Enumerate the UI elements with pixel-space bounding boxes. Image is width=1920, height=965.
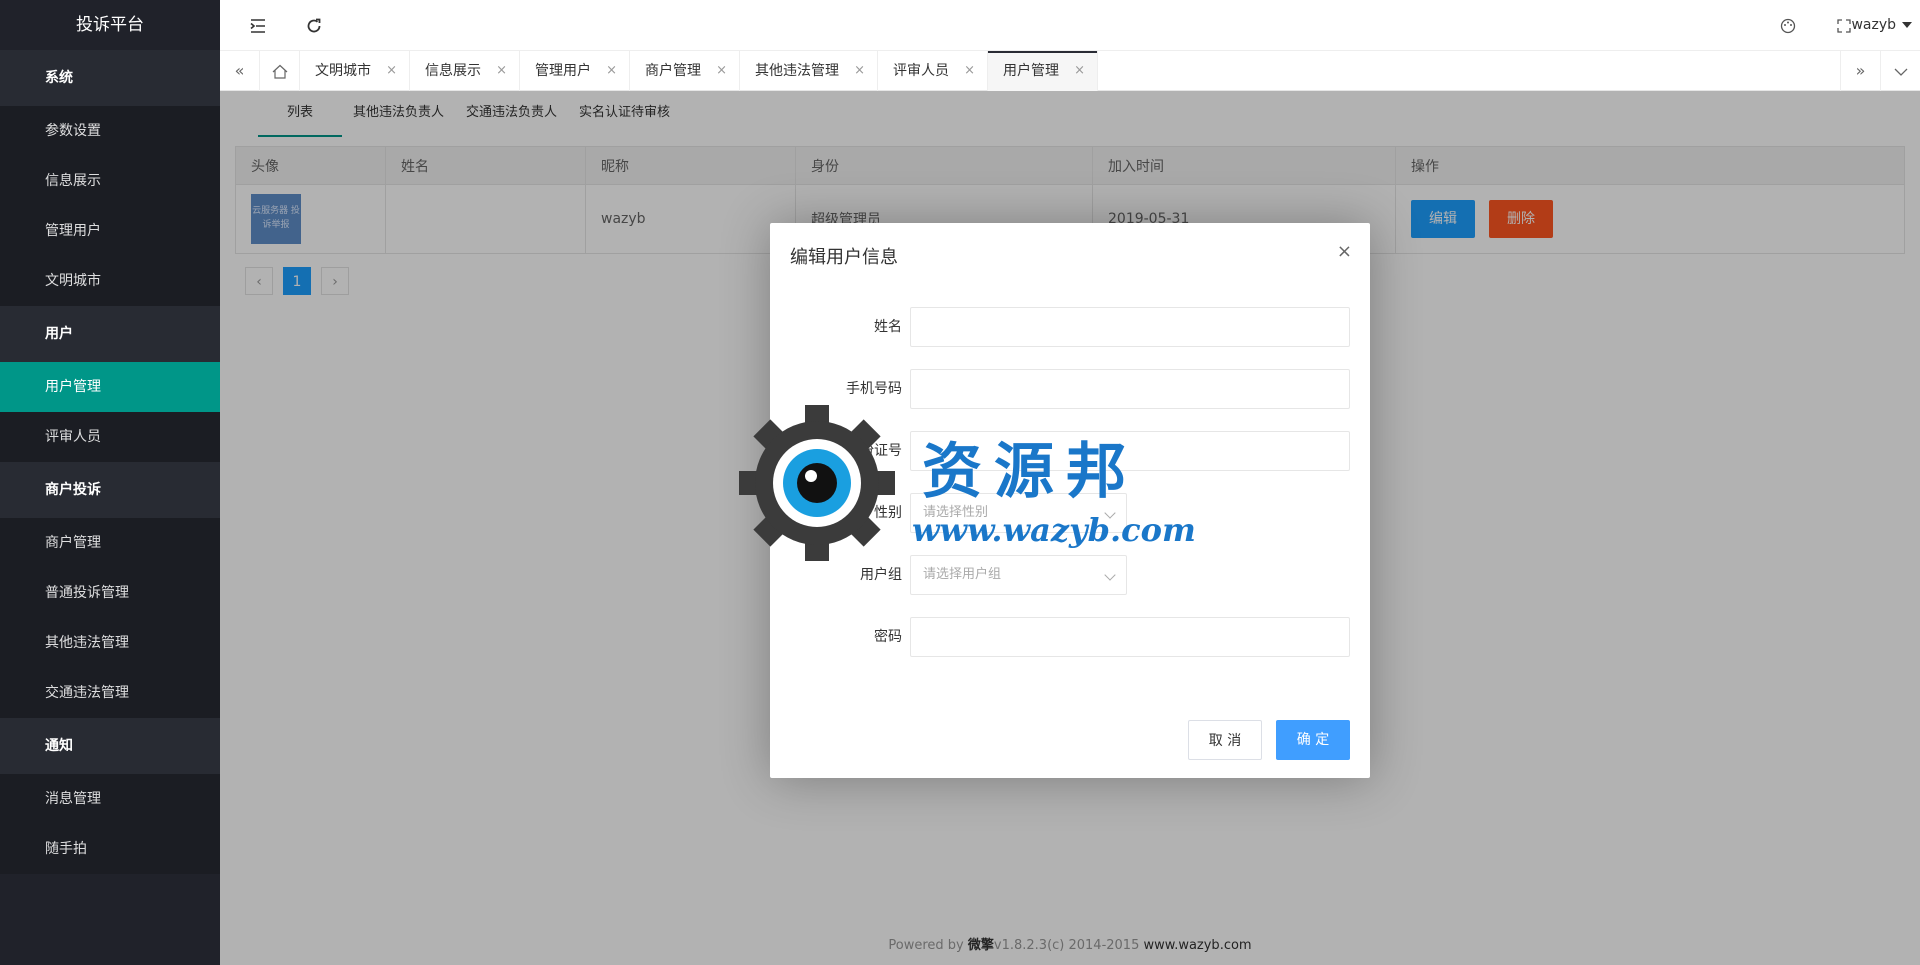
sidebar-item-traffic-violation[interactable]: 交通违法管理 [0, 668, 220, 718]
home-icon[interactable] [260, 51, 300, 91]
sidebar-item-messages[interactable]: 消息管理 [0, 774, 220, 824]
sidebar-item-other-violation[interactable]: 其他违法管理 [0, 618, 220, 668]
double-chevron-right-icon[interactable]: » [1840, 51, 1880, 91]
modal-title: 编辑用户信息 [790, 247, 898, 268]
refresh-icon[interactable] [294, 0, 334, 51]
user-menu[interactable]: wazyb [1851, 0, 1912, 51]
page-tabs: 文明城市 × 信息展示 × 管理用户 × 商户管理 × 其他违法管理 × 评审人员 × 用户… [300, 51, 1098, 91]
top-header: wazyb [220, 0, 1920, 51]
close-icon[interactable]: × [716, 51, 727, 91]
close-icon[interactable]: × [964, 51, 975, 91]
sidebar-section-merchant-complaint[interactable]: 商户投诉 [0, 462, 220, 518]
sidebar-item-admin-users[interactable]: 管理用户 [0, 206, 220, 256]
close-icon[interactable]: × [1337, 241, 1352, 262]
chevron-down-icon[interactable] [1880, 51, 1920, 91]
tab-reviewers[interactable]: 评审人员 × [878, 51, 988, 91]
sidebar-section-user[interactable]: 用户 [0, 306, 220, 362]
close-icon[interactable]: × [386, 51, 397, 91]
close-icon[interactable]: × [606, 51, 617, 91]
close-icon[interactable]: × [496, 51, 507, 91]
tab-label: 商户管理 [645, 63, 701, 79]
chevron-down-icon [1104, 569, 1116, 581]
confirm-button[interactable]: 确 定 [1276, 720, 1350, 760]
tab-other-violation[interactable]: 其他违法管理 × [740, 51, 878, 91]
sidebar-section-notice[interactable]: 通知 [0, 718, 220, 774]
sidebar-item-snapshot[interactable]: 随手拍 [0, 824, 220, 874]
tab-label: 其他违法管理 [755, 63, 839, 79]
watermark: 资源邦 www.wazyb.com [737, 403, 1197, 563]
tab-label: 管理用户 [535, 63, 591, 79]
tab-label: 用户管理 [1003, 63, 1059, 79]
tab-info[interactable]: 信息展示 × [410, 51, 520, 91]
username: wazyb [1851, 17, 1896, 33]
app-logo: 投诉平台 [76, 15, 144, 35]
close-icon[interactable]: × [1074, 51, 1085, 91]
sidebar-item-params[interactable]: 参数设置 [0, 106, 220, 156]
sidebar-item-reviewers[interactable]: 评审人员 [0, 412, 220, 462]
close-icon[interactable]: × [854, 51, 865, 91]
menu-indent-icon[interactable] [238, 0, 278, 51]
sidebar-section-system[interactable]: 系统 [0, 50, 220, 106]
field-name-row: 姓名 [770, 307, 1370, 347]
tab-label: 评审人员 [893, 63, 949, 79]
tab-label: 文明城市 [315, 63, 371, 79]
sidebar-item-civil-city[interactable]: 文明城市 [0, 256, 220, 306]
password-input[interactable] [910, 617, 1350, 657]
tab-merchant[interactable]: 商户管理 × [630, 51, 740, 91]
cancel-button[interactable]: 取 消 [1188, 720, 1262, 760]
tab-user-management[interactable]: 用户管理 × [988, 51, 1098, 91]
tab-civil-city[interactable]: 文明城市 × [300, 51, 410, 91]
double-chevron-left-icon[interactable]: « [220, 51, 260, 91]
select-placeholder: 请选择用户组 [923, 567, 1002, 582]
sidebar: 投诉平台 系统 参数设置 信息展示 管理用户 文明城市 用户 用户管理 评审人员… [0, 0, 220, 965]
palette-icon[interactable] [1768, 0, 1808, 51]
watermark-url: www.wazyb.com [912, 511, 1196, 549]
name-input[interactable] [910, 307, 1350, 347]
sidebar-item-user-management[interactable]: 用户管理 [0, 362, 220, 412]
gear-eye-icon [739, 405, 895, 561]
tabs-bar: « 文明城市 × 信息展示 × 管理用户 × 商户管理 × 其他违法管理 × 评审人员 × … [220, 51, 1920, 91]
sidebar-item-merchant[interactable]: 商户管理 [0, 518, 220, 568]
tab-admin-users[interactable]: 管理用户 × [520, 51, 630, 91]
caret-down-icon [1902, 22, 1912, 28]
field-label: 密码 [874, 629, 902, 645]
field-label: 姓名 [874, 319, 902, 335]
tab-label: 信息展示 [425, 63, 481, 79]
sidebar-item-general-complaint[interactable]: 普通投诉管理 [0, 568, 220, 618]
sidebar-item-info[interactable]: 信息展示 [0, 156, 220, 206]
field-password-row: 密码 [770, 617, 1370, 657]
watermark-title: 资源邦 [922, 437, 1138, 507]
